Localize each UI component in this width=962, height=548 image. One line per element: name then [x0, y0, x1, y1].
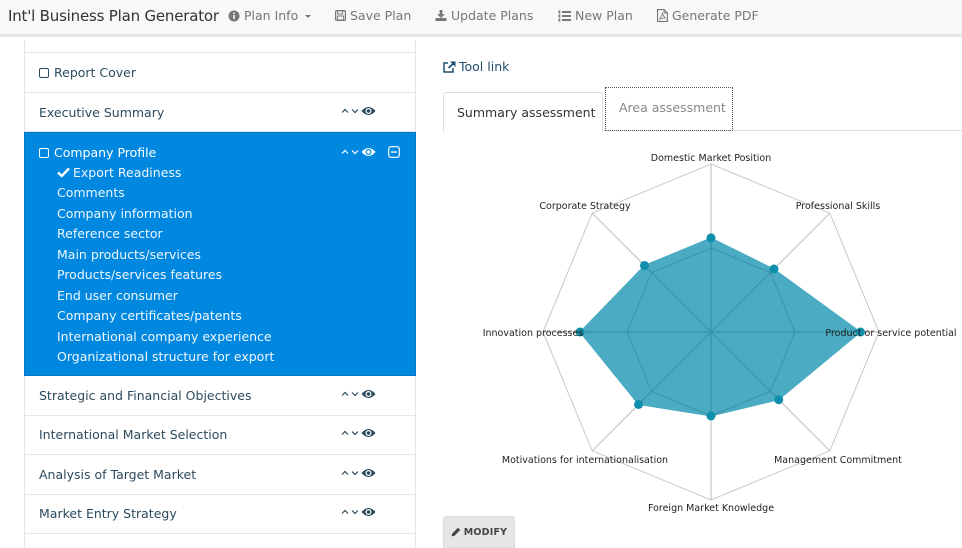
chevron-up-icon[interactable] [341, 508, 349, 516]
section-executive-summary[interactable]: Executive Summary [25, 93, 415, 132]
axis-label: Management Commitment [774, 455, 902, 466]
chevron-down-icon[interactable] [351, 469, 359, 477]
chevron-up-icon[interactable] [341, 429, 349, 437]
tool-link[interactable]: Tool link [443, 59, 509, 74]
modify-button[interactable]: MODIFY [443, 516, 515, 548]
eye-icon[interactable] [361, 468, 376, 478]
section-label: Report Cover [54, 65, 137, 80]
save-plan-label: Save Plan [350, 8, 412, 23]
eye-icon[interactable] [361, 428, 376, 438]
chevron-up-icon[interactable] [341, 107, 349, 115]
section-market-entry[interactable]: Market Entry Strategy [25, 495, 415, 534]
data-point [706, 411, 716, 421]
chevron-down-icon[interactable] [351, 107, 359, 115]
caret-down-icon [305, 15, 312, 18]
subsection-products-features[interactable]: Products/services features [57, 267, 222, 282]
subsection-main-products[interactable]: Main products/services [57, 247, 201, 262]
update-plans-button[interactable]: Update Plans [435, 8, 533, 23]
eye-icon[interactable] [361, 106, 376, 116]
plan-info-dropdown[interactable]: Plan Info [228, 8, 312, 23]
floppy-disk-icon [335, 10, 346, 21]
subsection-reference-sector[interactable]: Reference sector [57, 226, 163, 241]
axis-label: Motivations for internationalisation [502, 455, 668, 466]
info-circle-icon [228, 10, 240, 21]
subsection-certificates[interactable]: Company certificates/patents [57, 308, 242, 323]
section-target-market[interactable]: Analysis of Target Market [25, 455, 415, 495]
save-plan-button[interactable]: Save Plan [335, 8, 411, 23]
tool-link-label: Tool link [459, 59, 510, 74]
section-label: Company Profile [54, 145, 157, 160]
generate-pdf-button[interactable]: Generate PDF [657, 8, 759, 23]
generate-pdf-label: Generate PDF [672, 8, 759, 23]
eye-icon[interactable] [361, 389, 376, 399]
section-market-selection[interactable]: International Market Selection [25, 416, 415, 455]
new-plan-label: New Plan [575, 8, 633, 23]
section-label: Strategic and Financial Objectives [39, 388, 252, 403]
sections-panel: Report Cover Executive Summary Company P… [24, 40, 416, 548]
checkbox-icon[interactable] [39, 67, 49, 78]
section-label: Executive Summary [39, 105, 165, 120]
subsection-export-readiness[interactable]: Export Readiness [57, 165, 181, 180]
section-company-profile[interactable]: Company Profile Export Readiness Comment… [24, 132, 416, 376]
subsection-comments[interactable]: Comments [57, 185, 125, 200]
subsection-end-user[interactable]: End user consumer [57, 288, 178, 303]
tab-area-assessment[interactable]: Area assessment [605, 87, 733, 131]
eye-icon[interactable] [361, 507, 376, 517]
subsection-intl-experience[interactable]: International company experience [57, 329, 272, 344]
eye-icon[interactable] [361, 147, 376, 157]
chevron-down-icon[interactable] [351, 390, 359, 398]
checkbox-icon[interactable] [39, 147, 49, 158]
pencil-icon [451, 527, 460, 537]
file-pdf-icon [657, 9, 668, 22]
top-navbar: Int'l Business Plan Generator Plan Info … [0, 0, 962, 37]
axis-label: Foreign Market Knowledge [648, 503, 774, 514]
axis-label: Corporate Strategy [539, 201, 631, 212]
chevron-up-icon[interactable] [341, 148, 349, 156]
chevron-down-icon[interactable] [351, 508, 359, 516]
section-label: Market Entry Strategy [39, 506, 177, 521]
section-row-spacer [25, 40, 415, 53]
axis-label: Professional Skills [796, 201, 881, 212]
tab-summary-assessment[interactable]: Summary assessment [443, 92, 603, 132]
subsection-org-structure[interactable]: Organizational structure for export [57, 349, 274, 364]
plan-info-label: Plan Info [244, 8, 299, 23]
check-icon [57, 167, 70, 178]
update-plans-label: Update Plans [451, 8, 534, 23]
chevron-down-icon[interactable] [351, 148, 359, 156]
download-icon [435, 10, 447, 21]
data-point [634, 399, 644, 409]
data-point [774, 395, 784, 405]
axis-label: Product or service potential [825, 328, 956, 339]
chevron-down-icon[interactable] [351, 429, 359, 437]
external-link-icon [443, 61, 456, 73]
subsection-label: Export Readiness [73, 165, 182, 180]
modify-label: MODIFY [463, 526, 508, 538]
collapse-icon[interactable] [388, 146, 400, 158]
section-label: International Market Selection [39, 427, 228, 442]
section-strategic-objectives[interactable]: Strategic and Financial Objectives [25, 376, 415, 416]
list-ol-icon [558, 10, 571, 21]
section-report-cover[interactable]: Report Cover [25, 53, 415, 93]
axis-label: Innovation processes [483, 328, 584, 339]
chevron-up-icon[interactable] [341, 390, 349, 398]
data-point [706, 233, 716, 243]
data-point [639, 260, 649, 270]
radar-svg: Domestic Market Position Professional Ski… [483, 153, 957, 514]
app-brand[interactable]: Int'l Business Plan Generator [8, 7, 219, 25]
axis-label: Domestic Market Position [651, 153, 771, 164]
radar-chart: Domestic Market Position Professional Ski… [443, 140, 962, 514]
section-label: Analysis of Target Market [39, 467, 197, 482]
subsection-company-information[interactable]: Company information [57, 206, 193, 221]
new-plan-button[interactable]: New Plan [558, 8, 633, 23]
data-point [769, 264, 779, 274]
series-area [579, 237, 862, 417]
chevron-up-icon[interactable] [341, 469, 349, 477]
